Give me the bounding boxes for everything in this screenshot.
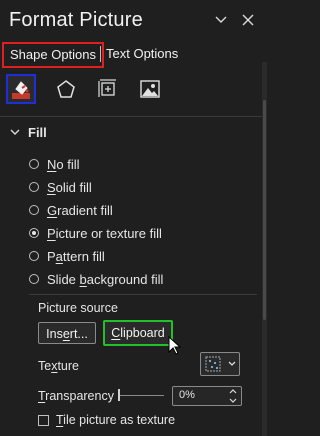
clipboard-button[interactable]: Clipboard [103, 320, 173, 346]
tab-separator [100, 46, 101, 62]
effects-tab[interactable] [51, 74, 81, 104]
radio-label: Gradient fill [47, 202, 113, 218]
transparency-slider-thumb[interactable] [118, 389, 120, 401]
radio-label: Pattern fill [47, 248, 105, 264]
scrollbar-thumb[interactable] [263, 100, 266, 320]
section-divider [0, 116, 262, 117]
texture-label: Texture [38, 359, 79, 373]
radio-label: No fill [47, 156, 80, 172]
task-pane-options-button[interactable] [213, 12, 229, 28]
tab-shape-options[interactable]: Shape Options [2, 42, 105, 68]
transparency-value[interactable]: 0% [179, 389, 195, 401]
radio-button[interactable] [29, 182, 39, 192]
tile-picture-checkbox[interactable] [38, 415, 49, 426]
size-properties-icon [98, 79, 116, 97]
tab-text-options[interactable]: Text Options [106, 43, 178, 65]
mouse-cursor-icon [168, 336, 182, 355]
radio-label: Solid fill [47, 179, 92, 195]
effects-icon [57, 80, 75, 98]
radio-button[interactable] [29, 274, 39, 284]
radio-no-fill[interactable]: No fill [29, 155, 80, 173]
fill-line-tab[interactable] [6, 74, 36, 104]
radio-solid-fill[interactable]: Solid fill [29, 178, 92, 196]
fill-line-icon [12, 81, 30, 99]
chevron-down-icon [228, 361, 235, 366]
radio-picture-texture-fill[interactable]: Picture or texture fill [29, 224, 162, 242]
radio-label: Picture or texture fill [47, 225, 162, 241]
transparency-slider-track[interactable] [120, 395, 164, 396]
radio-button[interactable] [29, 205, 39, 215]
fill-section-label: Fill [28, 125, 47, 140]
picture-source-label: Picture source [38, 301, 118, 315]
radio-button-selected[interactable] [29, 228, 39, 238]
spin-up-icon[interactable] [229, 389, 237, 394]
radio-label: Slide background fill [47, 271, 164, 287]
close-icon [242, 14, 254, 26]
radio-gradient-fill[interactable]: Gradient fill [29, 201, 113, 219]
fill-section-header[interactable]: Fill [10, 125, 47, 140]
size-properties-tab[interactable] [93, 74, 123, 104]
close-pane-button[interactable] [240, 12, 256, 28]
insert-button[interactable]: Insert... [38, 322, 96, 344]
chevron-down-icon [215, 16, 227, 23]
radio-pattern-fill[interactable]: Pattern fill [29, 247, 105, 265]
tile-picture-label: Tile picture as texture [56, 413, 176, 427]
texture-swatch-icon [205, 356, 220, 372]
spin-down-icon[interactable] [229, 398, 237, 403]
transparency-spinner[interactable]: 0% [172, 386, 242, 406]
picture-tab[interactable] [135, 74, 165, 104]
subsection-divider [29, 294, 257, 295]
radio-slide-background-fill[interactable]: Slide background fill [29, 270, 163, 288]
radio-button[interactable] [29, 251, 39, 261]
transparency-label: Transparency [38, 389, 114, 403]
texture-dropdown[interactable] [200, 352, 240, 376]
pane-title: Format Picture [9, 9, 143, 31]
picture-icon [140, 80, 160, 98]
chevron-down-icon [10, 129, 20, 135]
radio-button[interactable] [29, 159, 39, 169]
